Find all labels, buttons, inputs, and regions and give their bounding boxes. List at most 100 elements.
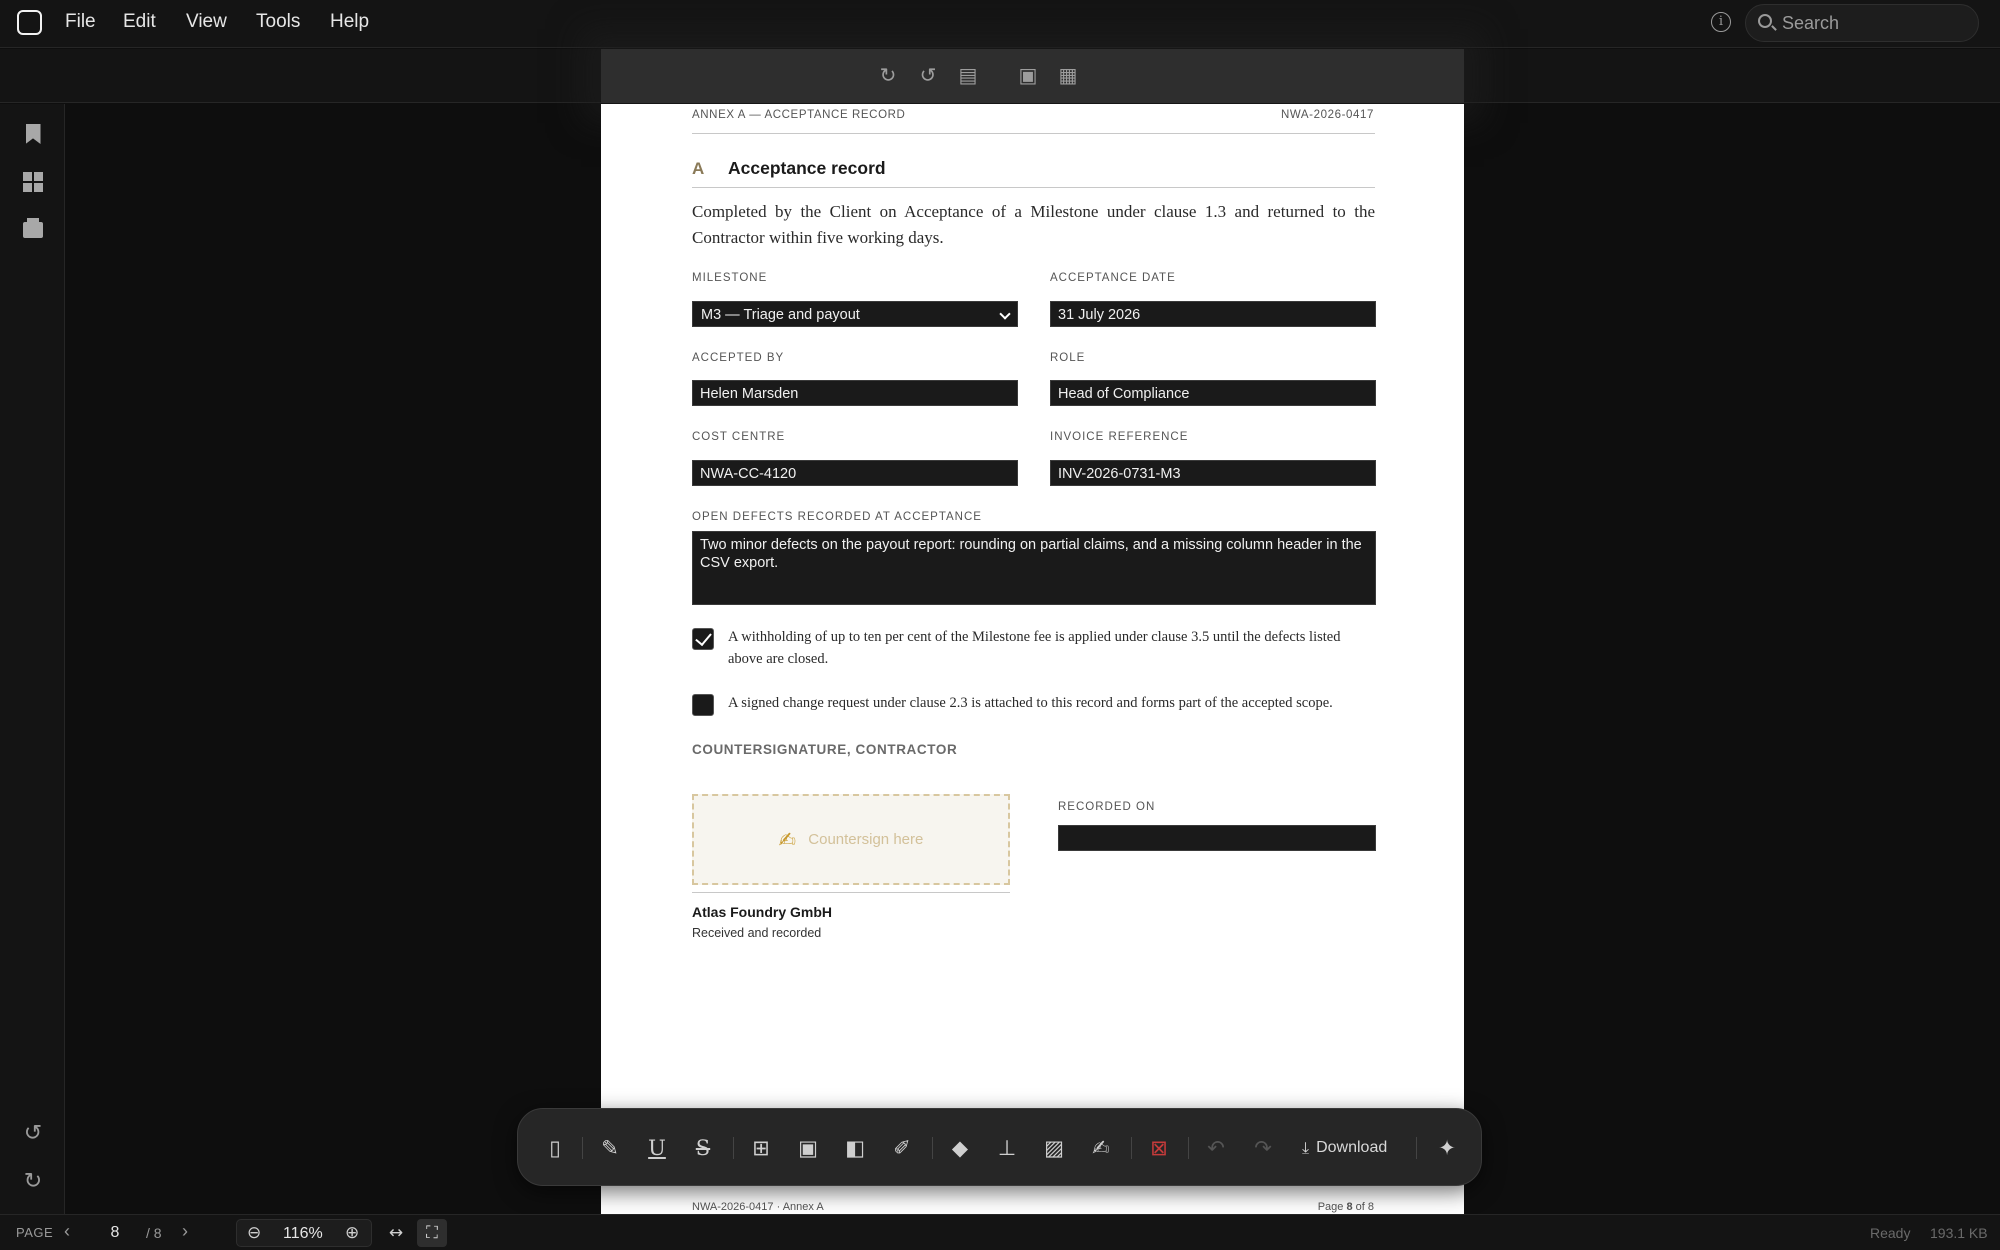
bookmark-icon[interactable] [20, 121, 46, 147]
page-settings-icon[interactable]: ▤ [957, 63, 979, 87]
defects-label: OPEN DEFECTS RECORDED AT ACCEPTANCE [692, 511, 982, 523]
withholding-text: A withholding of up to ten per cent of t… [728, 629, 1341, 667]
layers-icon[interactable] [20, 217, 46, 243]
milestone-select[interactable]: M3 — Triage and payout [692, 301, 1018, 327]
section-letter: A [692, 159, 705, 178]
download-icon: ⤓ [1302, 1138, 1310, 1157]
strikethrough-icon[interactable]: S [686, 1131, 720, 1165]
page-header-reference: NWA-2026-0417 [1280, 109, 1374, 121]
defects-textarea[interactable]: Two minor defects on the payout report: … [692, 531, 1376, 605]
toolbar-separator [582, 1137, 583, 1159]
header-rule [692, 133, 1375, 134]
annotation-toolbar: ▯ ✎ U S ⊞ ▣ ◧ ✐ ◆ ⊥ ▨ ✍ ⊠ ↶ ↷ ⤓ Download… [517, 1108, 1482, 1186]
app-logo-icon[interactable] [17, 10, 42, 35]
signature-line [692, 892, 1010, 893]
page-label: PAGE [16, 1225, 54, 1240]
cost-centre-field[interactable]: NWA-CC-4120 [692, 460, 1018, 486]
invoice-reference-field[interactable]: INV-2026-0731-M3 [1050, 460, 1376, 486]
signature-icon[interactable]: ✍ [1084, 1131, 1118, 1165]
total-pages: / 8 [146, 1225, 162, 1241]
recorded-on-field[interactable] [1058, 825, 1376, 851]
toolbar-separator [733, 1137, 734, 1159]
toolbar-separator [1416, 1137, 1417, 1159]
menu-tools[interactable]: Tools [256, 11, 300, 33]
accepted-by-label: ACCEPTED BY [692, 352, 785, 364]
withholding-checkbox[interactable] [692, 628, 714, 650]
footer-page-suffix: of 8 [1352, 1201, 1374, 1213]
text-recognition-icon[interactable]: ▣ [1017, 63, 1039, 87]
highlight-icon[interactable]: ✎ [593, 1131, 627, 1165]
section-rule [692, 187, 1375, 188]
milestone-label: MILESTONE [692, 272, 768, 284]
search-box[interactable] [1745, 4, 1979, 42]
section-title: Acceptance record [728, 158, 886, 178]
acceptance-date-label: ACCEPTANCE DATE [1050, 272, 1176, 284]
change-request-checkbox[interactable] [692, 694, 714, 716]
menu-bar: File Edit View Tools Help i [0, 0, 2000, 48]
fit-page-icon[interactable]: ⛶ [417, 1219, 447, 1247]
crop-page-icon[interactable]: ▦ [1057, 63, 1079, 87]
page-toolbar: ↻ ↺ ▤ ▣ ▦ [601, 49, 1464, 103]
role-field[interactable]: Head of Compliance [1050, 380, 1376, 406]
search-input[interactable] [1782, 12, 1962, 34]
zoom-level[interactable]: 116% [283, 1225, 323, 1243]
signature-field[interactable]: ✍ Countersign here [692, 794, 1010, 885]
zoom-in-icon[interactable]: ⊕ [345, 1223, 359, 1243]
zoom-controls: ⊖ 116% ⊕ [236, 1219, 372, 1247]
info-icon[interactable]: i [1711, 12, 1731, 32]
rotate-ccw-icon[interactable]: ↺ [917, 63, 939, 87]
thumbnails-icon[interactable] [20, 169, 46, 195]
toolbar-separator [932, 1137, 933, 1159]
recorded-on-label: RECORDED ON [1058, 801, 1156, 813]
file-size: 193.1 KB [1930, 1225, 1988, 1241]
sidebar-toggle-icon[interactable]: ▯ [538, 1131, 572, 1165]
status-bar: PAGE ‹ / 8 › ⊖ 116% ⊕ ↔ ⛶ Ready 193.1 KB [0, 1214, 2000, 1250]
next-page-button[interactable]: › [182, 1221, 188, 1242]
download-button[interactable]: ⤓ Download [1302, 1131, 1387, 1165]
menu-help[interactable]: Help [330, 11, 369, 33]
ai-sparkle-icon[interactable]: ✦ [1430, 1131, 1464, 1165]
signature-placeholder: Countersign here [808, 831, 924, 848]
role-label: ROLE [1050, 352, 1086, 364]
document-page: ANNEX A — ACCEPTANCE RECORD NWA-2026-041… [601, 104, 1464, 1214]
pen-icon[interactable]: ✐ [885, 1131, 919, 1165]
shapes-icon[interactable]: ◆ [943, 1131, 977, 1165]
invoice-reference-label: INVOICE REFERENCE [1050, 431, 1189, 443]
signature-pen-icon: ✍ [778, 827, 797, 852]
download-label: Download [1316, 1139, 1388, 1156]
zoom-out-icon[interactable]: ⊖ [247, 1223, 261, 1243]
status-text: Ready [1870, 1225, 1911, 1241]
underline-icon[interactable]: U [640, 1131, 674, 1165]
party-name: Atlas Foundry GmbH [692, 904, 833, 920]
image-icon[interactable]: ▨ [1037, 1131, 1071, 1165]
redact-icon[interactable]: ⊠ [1142, 1131, 1176, 1165]
page-header-title: ANNEX A — ACCEPTANCE RECORD [692, 109, 906, 121]
redo-icon[interactable]: ↷ [1246, 1131, 1280, 1165]
rotate-ccw-icon[interactable]: ↺ [20, 1120, 46, 1146]
page-number-input[interactable] [93, 1220, 137, 1246]
prev-page-button[interactable]: ‹ [64, 1221, 70, 1242]
page-footer-reference: NWA-2026-0417 · Annex A [692, 1201, 824, 1213]
change-request-text: A signed change request under clause 2.3… [728, 695, 1333, 711]
countersignature-heading: COUNTERSIGNATURE, CONTRACTOR [692, 742, 958, 757]
undo-icon[interactable]: ↶ [1199, 1131, 1233, 1165]
toolbar-separator [1188, 1137, 1189, 1159]
search-icon [1758, 14, 1772, 28]
text-box-icon[interactable]: ⊞ [744, 1131, 778, 1165]
accepted-by-field[interactable]: Helen Marsden [692, 380, 1018, 406]
cost-centre-label: COST CENTRE [692, 431, 786, 443]
acceptance-date-field[interactable]: 31 July 2026 [1050, 301, 1376, 327]
intro-paragraph: Completed by the Client on Acceptance of… [692, 202, 1375, 247]
menu-file[interactable]: File [65, 11, 96, 33]
party-note: Received and recorded [692, 926, 822, 940]
menu-edit[interactable]: Edit [123, 11, 156, 33]
fit-width-icon[interactable]: ↔ [381, 1219, 411, 1247]
chevron-down-icon [999, 308, 1011, 320]
area-select-icon[interactable]: ▣ [791, 1131, 825, 1165]
comment-icon[interactable]: ◧ [838, 1131, 872, 1165]
rotate-cw-icon[interactable]: ↻ [20, 1168, 46, 1194]
rotate-cw-icon[interactable]: ↻ [877, 63, 899, 87]
stamp-icon[interactable]: ⊥ [990, 1131, 1024, 1165]
toolbar-separator [1131, 1137, 1132, 1159]
menu-view[interactable]: View [186, 11, 227, 33]
